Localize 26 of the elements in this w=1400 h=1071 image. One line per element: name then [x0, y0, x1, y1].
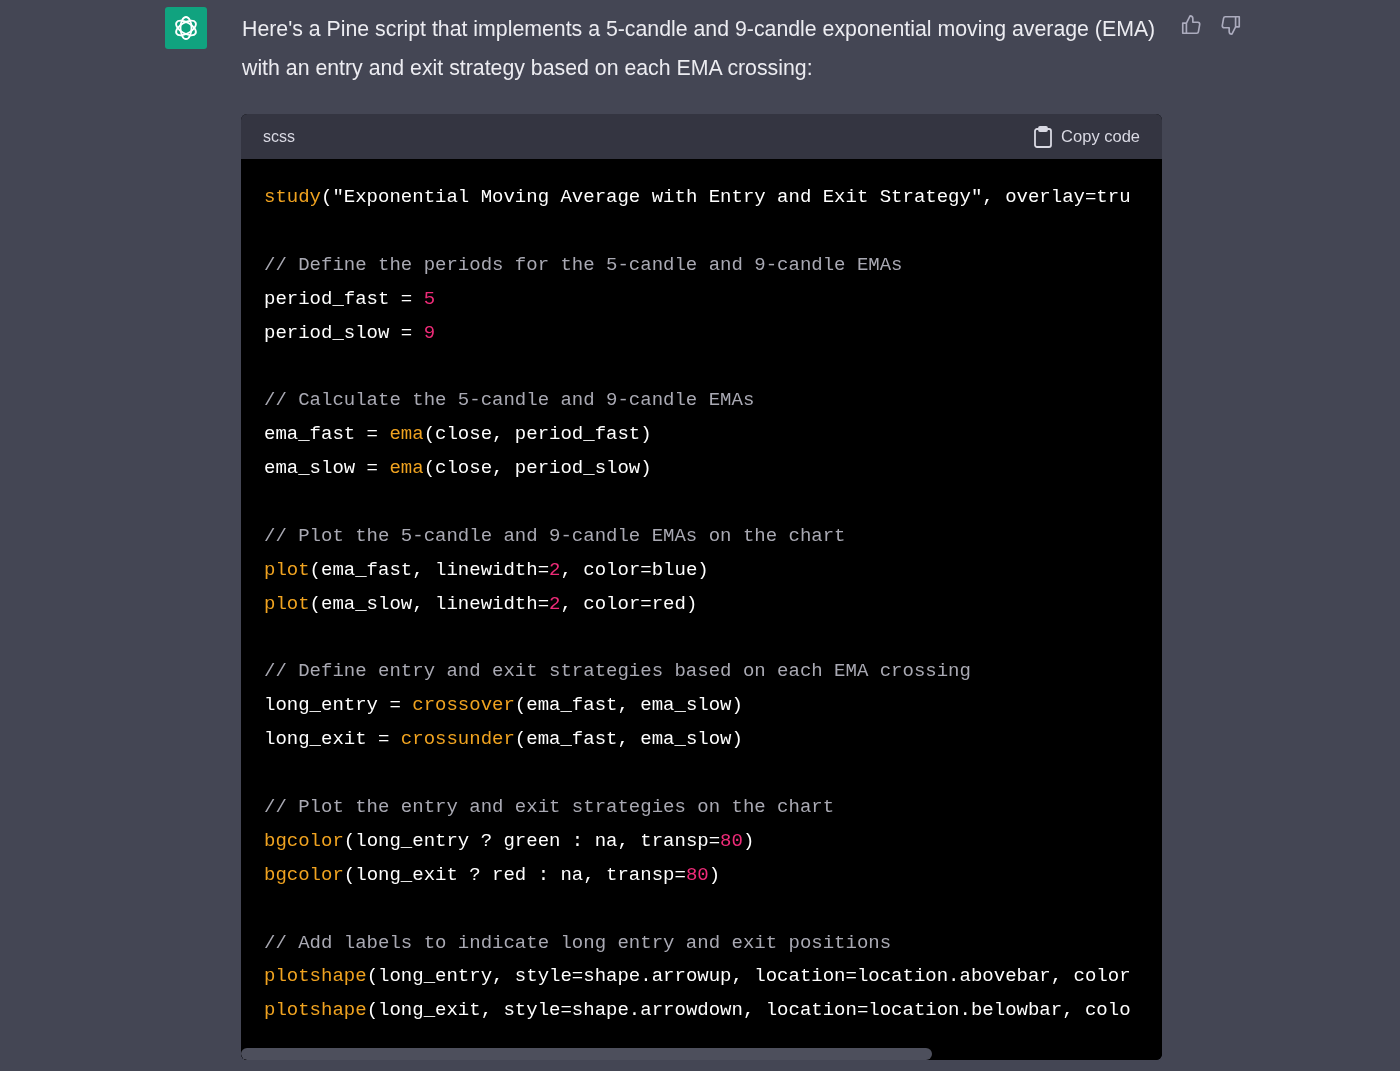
code-line: ema_fast = ema(close, period_fast): [264, 422, 653, 448]
horizontal-scrollbar-thumb[interactable]: [241, 1048, 932, 1061]
code-comment: // Define the periods for the 5-candle and 9-candle EMAs: [264, 252, 904, 278]
code-line: plotshape(long_entry, style=shape.arrowup, location=location.abovebar, color: [264, 964, 1132, 990]
code-comment: // Add labels to indicate long entry and exit positions: [264, 930, 893, 956]
code-line: period_slow = 9: [264, 320, 437, 346]
copy-code-button[interactable]: Copy code: [1033, 124, 1140, 149]
code-line: period_fast = 5: [264, 286, 437, 312]
code-comment: // Plot the 5-candle and 9-candle EMAs on the chart: [264, 523, 847, 549]
code-comment: // Define entry and exit strategies based on each EMA crossing: [264, 659, 972, 685]
code-line: study("Exponential Moving Average with Entry and Exit Strategy", overlay=tru: [264, 185, 1132, 210]
thumbs-down-icon[interactable]: [1220, 14, 1242, 36]
code-line: bgcolor(long_exit ? red : na, transp=80): [264, 862, 722, 888]
code-line: plotshape(long_exit, style=shape.arrowdown, location=location.belowbar, colo: [264, 998, 1132, 1024]
code-line: plot(ema_slow, linewidth=2, color=red): [264, 591, 699, 617]
code-line: bgcolor(long_entry ? green : na, transp=80): [264, 828, 756, 854]
code-line: long_entry = crossover(ema_fast, ema_slow): [264, 693, 744, 719]
code-comment: // Plot the entry and exit strategies on the chart: [264, 795, 836, 821]
code-line: plot(ema_fast, linewidth=2, color=blue): [264, 557, 710, 583]
code-line: long_exit = crossunder(ema_fast, ema_slow): [264, 727, 744, 753]
code-language: scss: [263, 126, 295, 147]
clipboard-icon: [1033, 125, 1054, 148]
code-line: ema_slow = ema(close, period_slow): [264, 456, 653, 482]
code-comment: // Calculate the 5-candle and 9-candle EMAs: [264, 388, 756, 414]
message-text: Here's a Pine script that implements a 5-candle and 9-candle exponential moving average (EMA) with an entry and exit strategy based on each EMA crossing:: [242, 16, 1157, 82]
thumbs-up-icon[interactable]: [1180, 14, 1202, 36]
